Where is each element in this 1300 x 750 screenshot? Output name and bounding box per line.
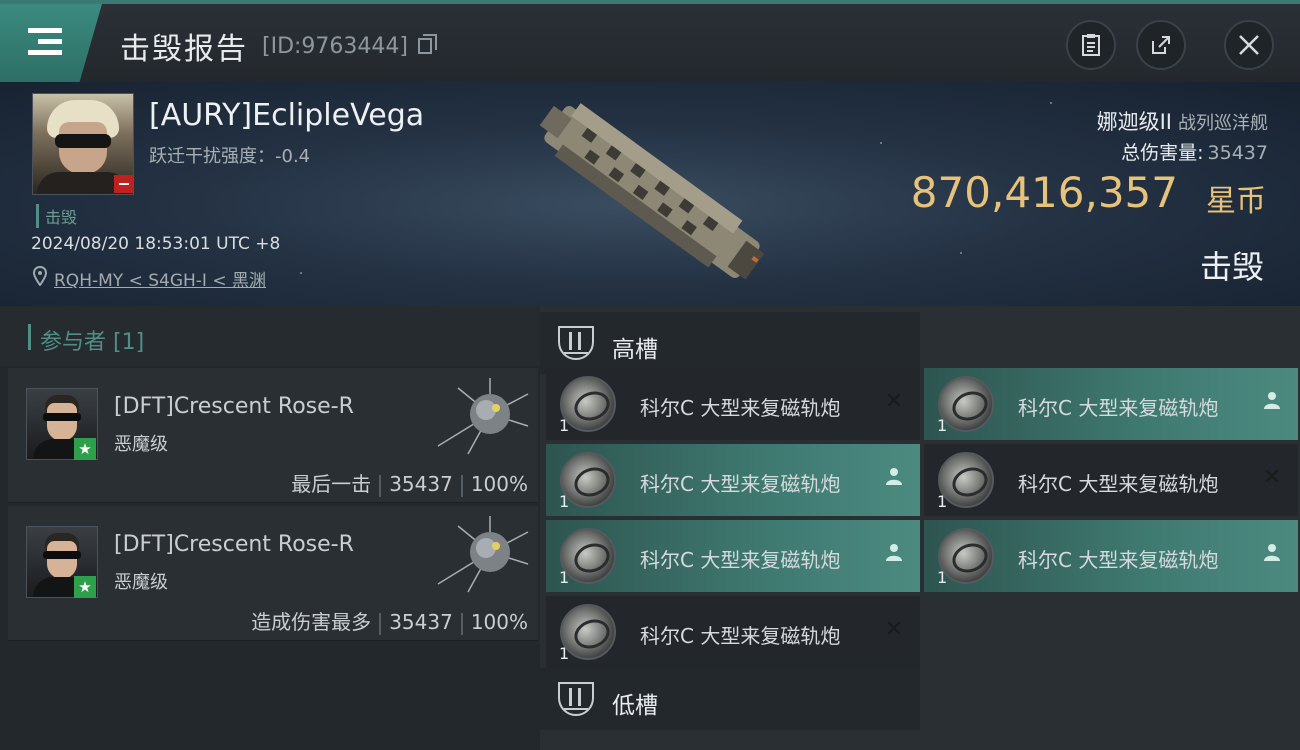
- attacker-percent: 100%: [470, 610, 528, 634]
- page-title: 击毁报告: [120, 32, 248, 67]
- share-icon: [1152, 36, 1170, 54]
- module-quantity: 1: [559, 644, 570, 663]
- isk-value: 870,416,357: [910, 168, 1178, 217]
- module-slot[interactable]: 1 科尔C 大型来复磁轨炮: [546, 520, 920, 592]
- pilot-icon: [1260, 390, 1284, 414]
- attacker-row[interactable]: ★ [DFT]Crescent Rose-R 恶魔级 最后一击 35437 100%: [8, 368, 538, 503]
- kill-location-link[interactable]: RQH-MY < S4GH-I < 黑渊: [54, 266, 266, 291]
- module-slot[interactable]: 1 科尔C 大型来复磁轨炮 ✕: [924, 444, 1298, 516]
- kill-result: 击毁: [1199, 248, 1264, 286]
- module-name: 科尔C 大型来复磁轨炮: [640, 396, 841, 420]
- low-slot-header: 低槽: [540, 668, 920, 730]
- attacker-role: 最后一击: [291, 472, 372, 496]
- attacker-ship-image: [437, 516, 529, 593]
- ship-class-name: 娜迦级II: [1096, 110, 1172, 134]
- participants-title: 参与者 [1]: [40, 330, 145, 355]
- attacker-name: [DFT]Crescent Rose-R: [114, 394, 354, 419]
- share-button[interactable]: [1136, 20, 1186, 70]
- clipboard-button[interactable]: [1066, 20, 1116, 70]
- pilot-icon: [1260, 542, 1284, 566]
- module-name: 科尔C 大型来复磁轨炮: [640, 472, 841, 496]
- low-slot-title: 低槽: [612, 693, 658, 719]
- attacker-name: [DFT]Crescent Rose-R: [114, 532, 354, 557]
- attacker-percent: 100%: [470, 472, 528, 496]
- star-badge-icon: ★: [74, 438, 96, 460]
- module-slot[interactable]: 1 科尔C 大型来复磁轨炮: [924, 368, 1298, 440]
- module-name: 科尔C 大型来复磁轨炮: [1018, 396, 1219, 420]
- pilot-icon: [882, 466, 906, 490]
- participants-header: 参与者 [1]: [0, 306, 540, 366]
- clipboard-icon: [1082, 34, 1100, 56]
- top-bar: 击毁报告 [ID:9763444]: [0, 0, 1300, 82]
- close-icon: [1239, 35, 1259, 55]
- module-name: 科尔C 大型来复磁轨炮: [640, 624, 841, 648]
- destroyed-icon: ✕: [1262, 465, 1282, 490]
- attacker-row[interactable]: ★ [DFT]Crescent Rose-R 恶魔级 造成伤害最多 35437 10…: [8, 506, 538, 641]
- kill-timestamp: 2024/08/20 18:53:01 UTC +8: [31, 234, 281, 254]
- close-button[interactable]: [1224, 20, 1274, 70]
- menu-icon: [28, 28, 62, 55]
- attacker-ship-image: [437, 378, 529, 455]
- attacker-ship: 恶魔级: [114, 434, 168, 455]
- victim-ship-image[interactable]: [522, 92, 782, 292]
- module-slot[interactable]: 1 科尔C 大型来复磁轨炮: [924, 520, 1298, 592]
- module-quantity: 1: [937, 416, 948, 435]
- module-name: 科尔C 大型来复磁轨炮: [1018, 472, 1219, 496]
- module-quantity: 1: [937, 568, 948, 587]
- attacker-ship: 恶魔级: [114, 572, 168, 593]
- attacker-stats: 最后一击 35437 100%: [291, 468, 528, 497]
- module-quantity: 1: [937, 492, 948, 511]
- module-name: 科尔C 大型来复磁轨炮: [640, 548, 841, 572]
- high-slot-icon: [558, 326, 594, 360]
- isk-unit: 星币: [1206, 184, 1266, 219]
- high-slot-title: 高槽: [612, 337, 658, 363]
- destroyed-icon: ✕: [884, 617, 904, 642]
- module-quantity: 1: [559, 568, 570, 587]
- victim-panel: [AURY]EclipleVega 跃迁干扰强度：-0.4 击毁 2024/08…: [0, 82, 1300, 306]
- kill-tag: 击毁: [36, 204, 77, 228]
- copy-icon[interactable]: [418, 34, 437, 54]
- module-quantity: 1: [559, 416, 570, 435]
- attacker-damage: 35437: [389, 472, 453, 496]
- menu-button[interactable]: [0, 4, 102, 82]
- pilot-icon: [882, 542, 906, 566]
- module-slot[interactable]: 1 科尔C 大型来复磁轨炮: [546, 444, 920, 516]
- location-pin-icon: [33, 266, 47, 286]
- participants-panel: 参与者 [1] ★ [DFT]Crescent Rose-R 恶魔级 最后一击 3…: [0, 306, 540, 750]
- module-name: 科尔C 大型来复磁轨炮: [1018, 548, 1219, 572]
- module-slot[interactable]: 1 科尔C 大型来复磁轨炮 ✕: [546, 596, 920, 668]
- star-badge-icon: ★: [74, 576, 96, 598]
- fitting-panel: 高槽 1 科尔C 大型来复磁轨炮 ✕ 1 科尔C 大型来复磁轨炮 1 科尔C 大型来复磁轨炮…: [540, 306, 1300, 750]
- total-damage-label: 总伤害量:: [1121, 142, 1204, 164]
- standing-minus-icon: [114, 175, 134, 193]
- ship-category: 战列巡洋舰: [1178, 113, 1268, 134]
- victim-ship-class[interactable]: 娜迦级II 战列巡洋舰: [1097, 106, 1268, 136]
- module-quantity: 1: [559, 492, 570, 511]
- total-damage: 总伤害量: 35437: [1121, 138, 1268, 165]
- total-damage-value: 35437: [1207, 142, 1268, 164]
- report-id: [ID:9763444]: [262, 34, 408, 59]
- victim-name[interactable]: [AURY]EclipleVega: [149, 98, 424, 133]
- high-slot-header: 高槽: [540, 312, 920, 374]
- attacker-damage: 35437: [389, 610, 453, 634]
- destroyed-icon: ✕: [884, 389, 904, 414]
- attacker-role: 造成伤害最多: [251, 610, 372, 634]
- low-slot-icon: [558, 682, 594, 716]
- module-slot[interactable]: 1 科尔C 大型来复磁轨炮 ✕: [546, 368, 920, 440]
- warp-scramble-strength: 跃迁干扰强度：-0.4: [149, 146, 311, 167]
- attacker-stats: 造成伤害最多 35437 100%: [251, 606, 528, 635]
